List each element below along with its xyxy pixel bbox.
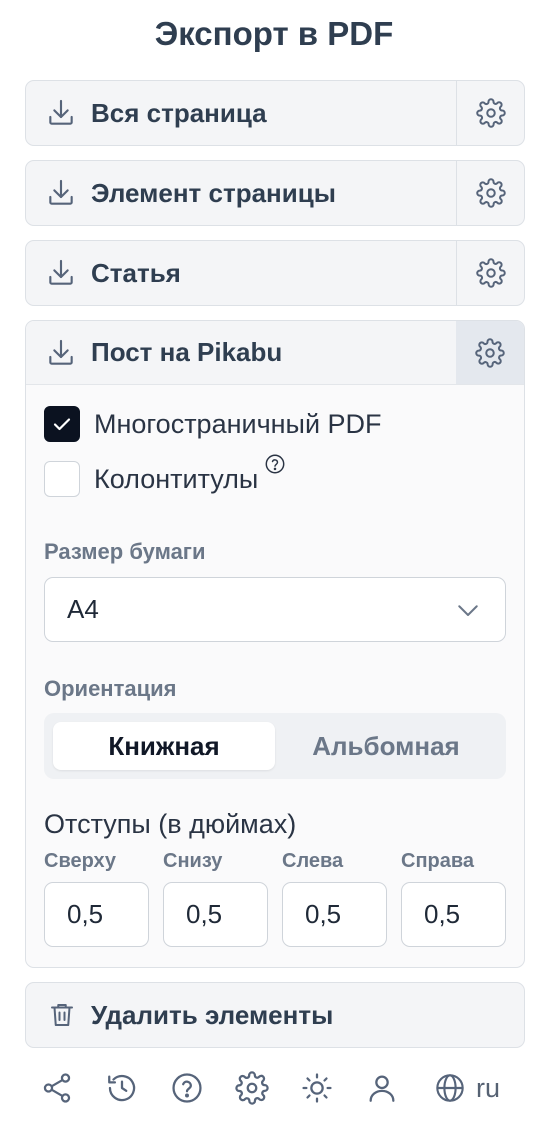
help-circle-icon: [172, 1073, 202, 1103]
settings-button[interactable]: [235, 1071, 269, 1105]
pikabu-settings-button[interactable]: [456, 321, 524, 384]
export-article-label: Статья: [91, 257, 181, 288]
margin-top-group: Сверху 0,5: [44, 849, 149, 947]
sun-icon: [302, 1073, 332, 1103]
export-element-label: Элемент страницы: [91, 177, 336, 208]
export-article-button[interactable]: Статья: [26, 241, 456, 305]
history-icon: [108, 1074, 136, 1102]
headers-option: Колонтитулы: [44, 454, 286, 497]
export-pikabu-button[interactable]: Пост на Pikabu: [26, 321, 456, 384]
margin-right-input[interactable]: 0,5: [401, 882, 506, 947]
download-icon: [49, 259, 73, 285]
delete-elements-button[interactable]: Удалить элементы: [25, 982, 525, 1048]
export-whole-page-button[interactable]: Вся страница: [26, 81, 456, 145]
download-icon: [49, 339, 73, 365]
margin-bottom-input[interactable]: 0,5: [163, 882, 268, 947]
share-icon: [43, 1073, 71, 1103]
export-pikabu-label: Пост на Pikabu: [91, 337, 283, 367]
margins-title: Отступы (в дюймах): [44, 809, 297, 839]
download-icon: [49, 99, 73, 125]
orientation-portrait-button[interactable]: Книжная: [53, 722, 275, 770]
pikabu-export-panel: Пост на Pikabu Многостраничный PDF Колон…: [25, 320, 525, 968]
trash-icon: [51, 1004, 73, 1026]
export-element-button[interactable]: Элемент страницы: [26, 161, 456, 225]
theme-button[interactable]: [300, 1071, 334, 1105]
help-icon[interactable]: [264, 453, 286, 475]
multipage-label: Многостраничный PDF: [94, 408, 382, 439]
export-article-row: Статья: [25, 240, 525, 306]
margin-left-input[interactable]: 0,5: [282, 882, 387, 947]
history-button[interactable]: [105, 1071, 139, 1105]
pikabu-export-row: Пост на Pikabu: [26, 321, 524, 385]
language-label: ru: [476, 1072, 501, 1103]
user-icon: [369, 1075, 395, 1102]
checkmark-icon: [53, 418, 71, 431]
multipage-checkbox[interactable]: [44, 406, 80, 442]
margin-right-group: Справа 0,5: [401, 849, 506, 947]
paper-size-select[interactable]: A4: [44, 577, 506, 642]
download-icon: [49, 179, 73, 205]
language-selector[interactable]: ru: [434, 1068, 500, 1108]
margin-top-input[interactable]: 0,5: [44, 882, 149, 947]
export-whole-page-label: Вся страница: [91, 97, 267, 128]
margin-top-label: Сверху: [44, 850, 117, 872]
gear-icon: [475, 258, 506, 288]
orientation-landscape-button[interactable]: Альбомная: [275, 722, 497, 770]
paper-size-value: A4: [67, 594, 99, 624]
element-settings-button[interactable]: [456, 161, 524, 225]
paper-size-label: Размер бумаги: [44, 539, 206, 564]
margin-left-label: Слева: [282, 850, 344, 872]
export-whole-page-row: Вся страница: [25, 80, 525, 146]
whole-page-settings-button[interactable]: [456, 81, 524, 145]
delete-elements-label: Удалить элементы: [91, 999, 334, 1030]
multipage-option: Многостраничный PDF: [44, 406, 382, 442]
margin-left-group: Слева 0,5: [282, 849, 387, 947]
gear-icon: [475, 178, 506, 208]
share-button[interactable]: [40, 1071, 74, 1105]
margin-bottom-label: Снизу: [163, 850, 223, 872]
article-settings-button[interactable]: [456, 241, 524, 305]
orientation-label: Ориентация: [44, 676, 177, 701]
orientation-toggle: Книжная Альбомная: [44, 713, 506, 779]
gear-icon: [475, 98, 506, 128]
page-title: Экспорт в PDF: [154, 15, 394, 52]
globe-icon: [436, 1074, 464, 1102]
gear-icon: [475, 337, 505, 368]
help-button[interactable]: [170, 1071, 204, 1105]
headers-checkbox[interactable]: [44, 461, 80, 497]
headers-label: Колонтитулы: [94, 463, 259, 494]
margin-bottom-group: Снизу 0,5: [163, 849, 268, 947]
margin-right-label: Справа: [401, 850, 475, 872]
footer-toolbar: ru: [40, 1068, 510, 1108]
export-element-row: Элемент страницы: [25, 160, 525, 226]
chevron-down-icon: [458, 604, 478, 616]
gear-icon: [235, 1071, 269, 1105]
account-button[interactable]: [365, 1071, 399, 1105]
